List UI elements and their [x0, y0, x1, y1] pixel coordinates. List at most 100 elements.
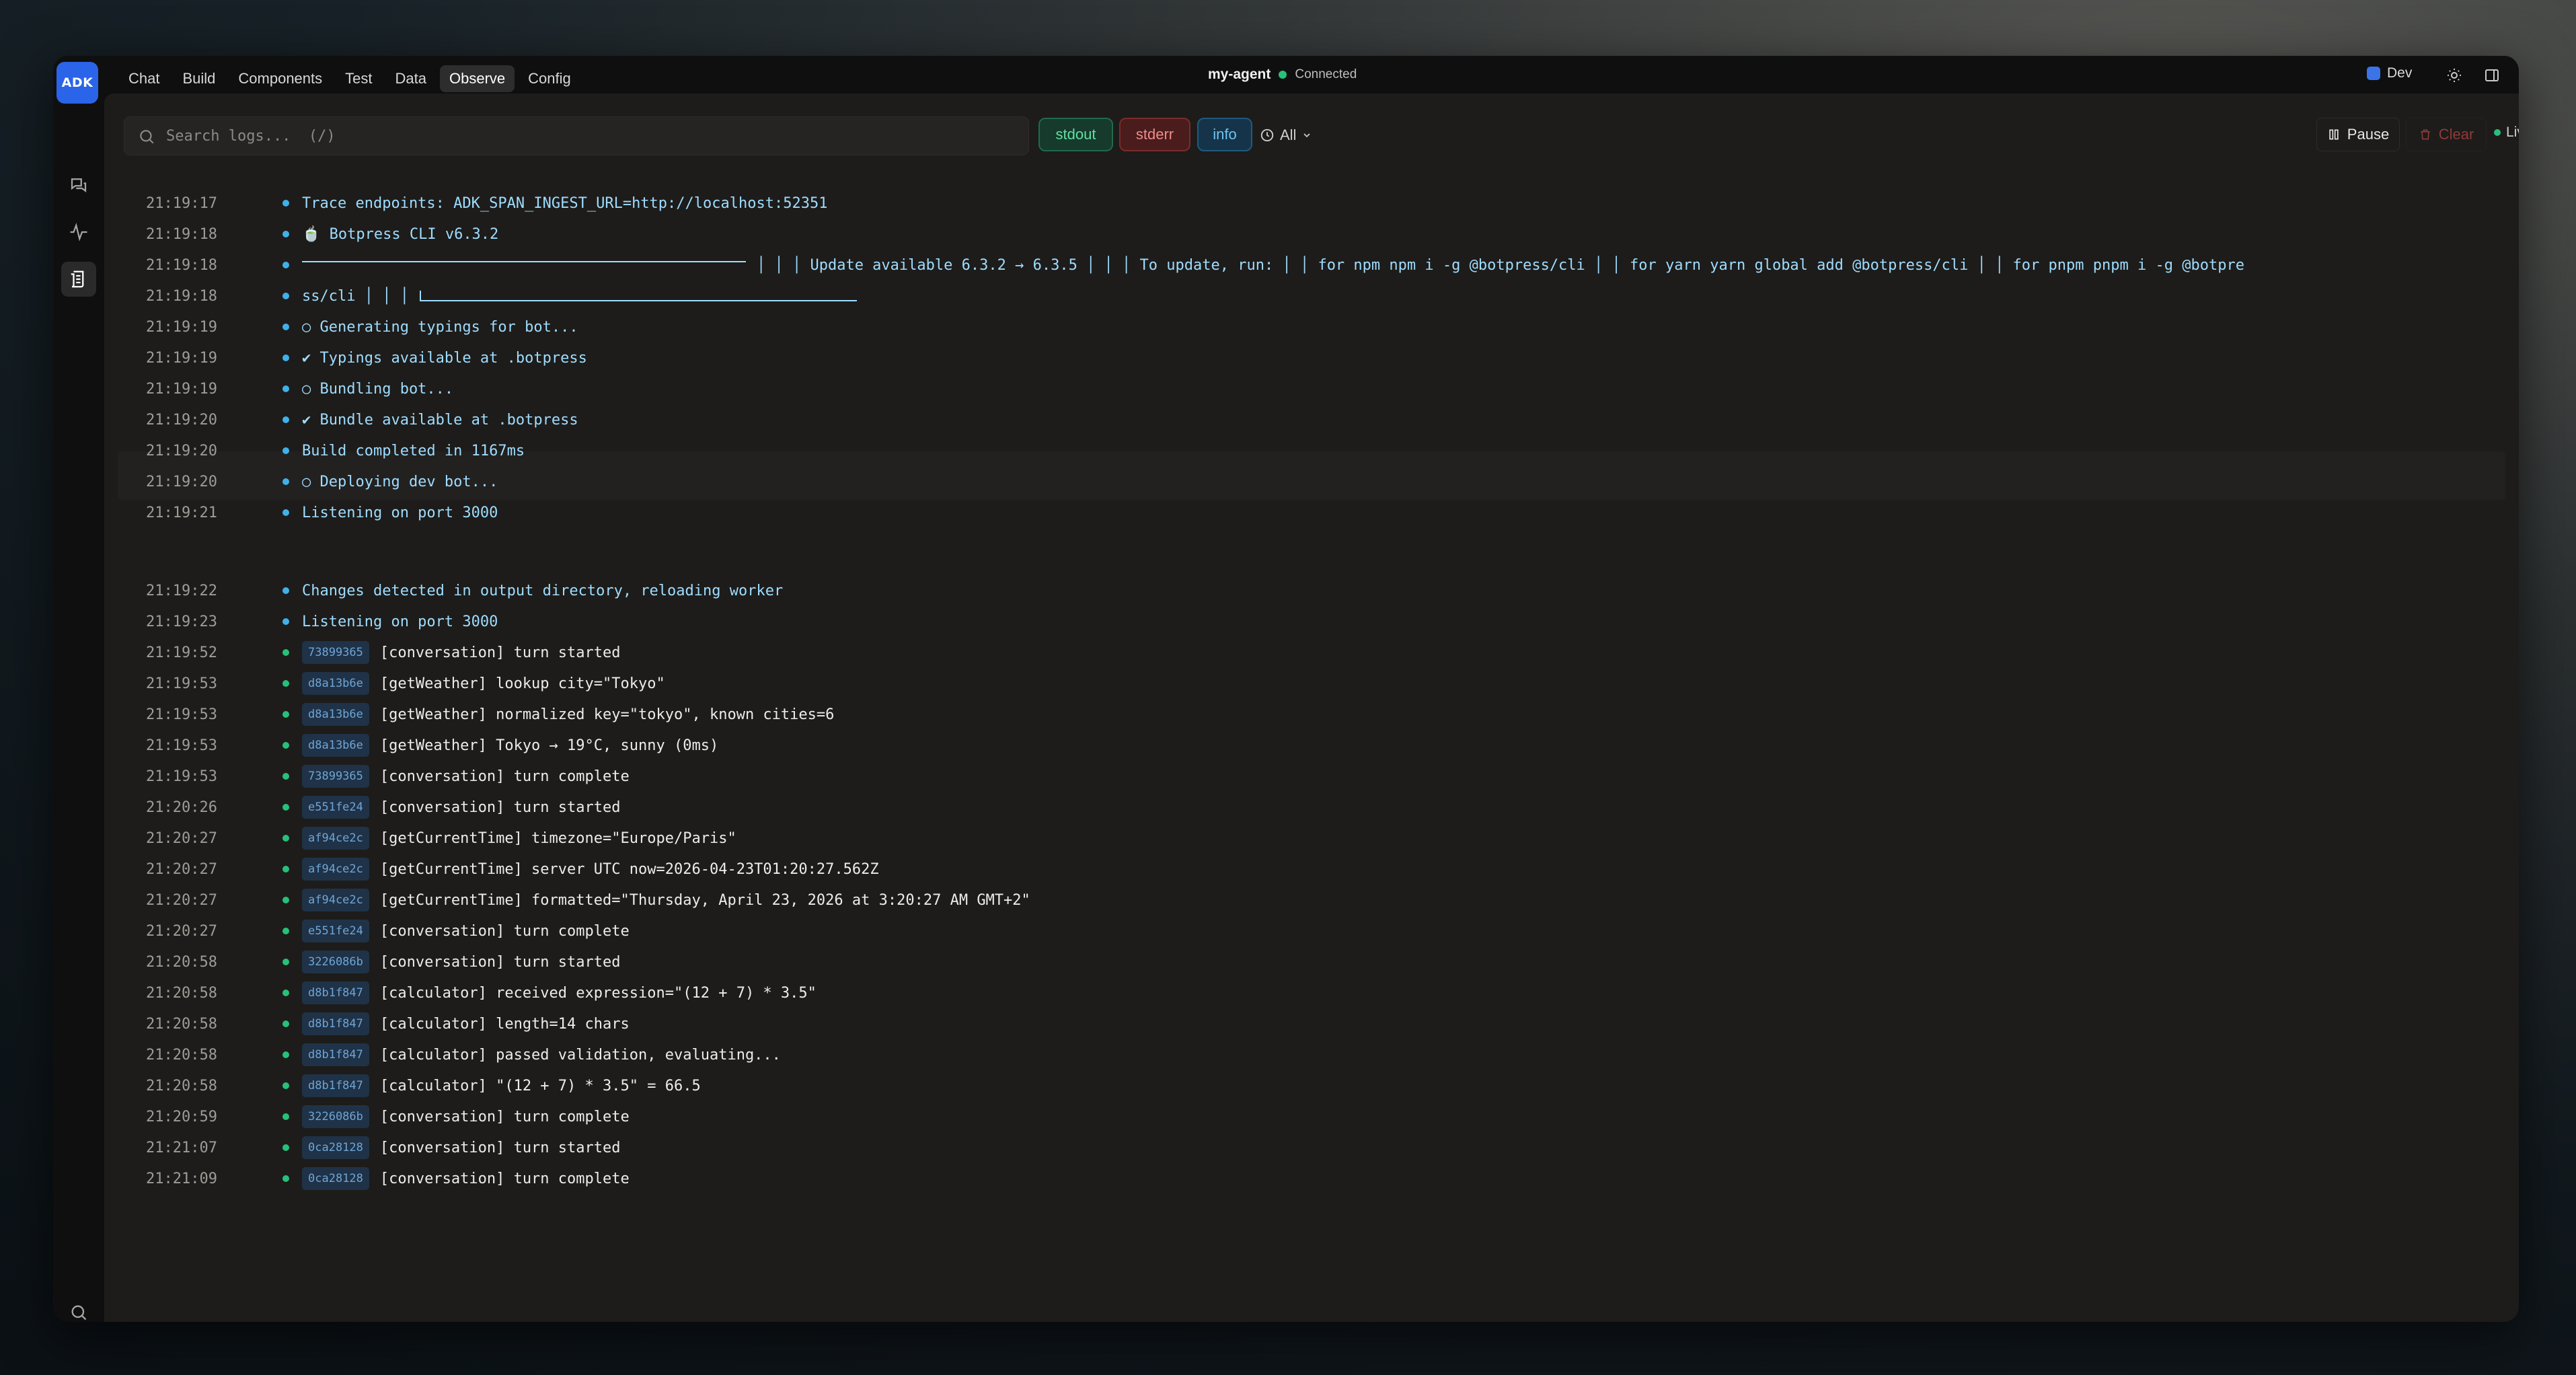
log-row[interactable]: 21:20:27 af94ce2c [getCurrentTime] server …: [104, 854, 2519, 885]
nav-test[interactable]: Test: [336, 65, 381, 92]
log-row[interactable]: 21:20:59 3226086b [conversation] turn comp…: [104, 1101, 2519, 1132]
filter-stderr[interactable]: stderr: [1119, 118, 1190, 151]
log-message: [calculator] length=14 chars: [379, 1015, 630, 1033]
trace-id-badge[interactable]: e551fe24: [302, 796, 369, 819]
log-row[interactable]: 21:19:19 ○ Generating typings for bot...: [104, 311, 2519, 342]
environment-label: Dev: [2387, 65, 2413, 81]
log-row[interactable]: 21:19:53 73899365 [conversation] turn comp…: [104, 761, 2519, 792]
log-body: Build completed in 1167ms: [302, 443, 525, 459]
info-dot-icon: [282, 200, 289, 207]
log-row[interactable]: 21:20:58 d8b1f847 [calculator] received ex…: [104, 977, 2519, 1008]
log-row[interactable]: 21:19:53 d8a13b6e [getWeather] normalized …: [104, 699, 2519, 730]
trace-id-badge[interactable]: 0ca28128: [302, 1136, 369, 1159]
trace-id-badge[interactable]: d8b1f847: [302, 1074, 369, 1097]
environment-selector[interactable]: Dev: [2367, 65, 2412, 81]
trace-id-badge[interactable]: d8b1f847: [302, 981, 369, 1004]
log-timestamp: 21:20:58: [146, 1015, 217, 1033]
log-timestamp: 21:20:27: [146, 860, 217, 878]
logs-icon[interactable]: [61, 262, 96, 297]
log-timestamp: 21:19:22: [146, 582, 217, 599]
log-row[interactable]: 21:20:58 d8b1f847 [calculator] "(12 + 7) *…: [104, 1070, 2519, 1101]
log-row[interactable]: 21:19:18 │ │ │ Update available 6.3.2 → 6…: [104, 250, 2519, 281]
info-dot-icon: [282, 262, 289, 268]
filter-stdout[interactable]: stdout: [1038, 118, 1113, 151]
log-row[interactable]: 21:20:27 e551fe24 [conversation] turn comp…: [104, 916, 2519, 946]
log-row[interactable]: 21:19:19 ○ Bundling bot...: [104, 373, 2519, 404]
log-row[interactable]: 21:19:17 Trace endpoints: ADK_SPAN_INGEST…: [104, 188, 2519, 219]
log-row[interactable]: 21:19:22 Changes detected in output direc…: [104, 575, 2519, 606]
stdout-dot-icon: [282, 897, 289, 903]
activity-icon[interactable]: [61, 215, 96, 250]
stdout-dot-icon: [282, 773, 289, 780]
log-row[interactable]: 21:19:53 d8a13b6e [getWeather] Tokyo → 19°…: [104, 730, 2519, 761]
log-message: Changes detected in output directory, re…: [302, 582, 784, 599]
info-dot-icon: [282, 324, 289, 330]
log-row[interactable]: 21:20:27 af94ce2c [getCurrentTime] timezon…: [104, 823, 2519, 854]
trace-id-badge[interactable]: d8b1f847: [302, 1012, 369, 1035]
log-row[interactable]: 21:20:58 3226086b [conversation] turn star…: [104, 946, 2519, 977]
log-row[interactable]: 21:19:20 ✔ Bundle available at .botpress: [104, 404, 2519, 435]
log-search[interactable]: [124, 116, 1029, 155]
trace-id-badge[interactable]: 73899365: [302, 765, 369, 788]
nav-components[interactable]: Components: [229, 65, 332, 92]
search-icon[interactable]: [61, 1295, 96, 1322]
trace-id-badge[interactable]: 73899365: [302, 641, 369, 664]
chat-bubbles-icon[interactable]: [61, 168, 96, 202]
log-timestamp: 21:19:19: [146, 380, 217, 398]
log-message: ss/cli │ │ │: [302, 287, 409, 305]
pause-button[interactable]: Pause: [2316, 118, 2400, 151]
stdout-dot-icon: [282, 680, 289, 687]
log-row[interactable]: 21:19:18 ss/cli │ │ │: [104, 281, 2519, 311]
nav-build[interactable]: Build: [173, 65, 225, 92]
trace-id-badge[interactable]: af94ce2c: [302, 889, 369, 912]
trace-id-badge[interactable]: 3226086b: [302, 951, 369, 973]
log-row[interactable]: 21:21:09 0ca28128 [conversation] turn comp…: [104, 1163, 2519, 1194]
nav-chat[interactable]: Chat: [119, 65, 169, 92]
log-row[interactable]: 21:19:20 ○ Deploying dev bot...: [104, 466, 2519, 497]
log-row[interactable]: 21:19:53 d8a13b6e [getWeather] lookup city…: [104, 668, 2519, 699]
log-timestamp: 21:20:26: [146, 798, 217, 816]
log-row[interactable]: 21:19:52 73899365 [conversation] turn star…: [104, 637, 2519, 668]
trace-id-badge[interactable]: d8b1f847: [302, 1043, 369, 1066]
log-timestamp: 21:20:27: [146, 922, 217, 940]
filter-info[interactable]: info: [1197, 118, 1252, 151]
nav-data[interactable]: Data: [386, 65, 436, 92]
log-row[interactable]: 21:19:20 Build completed in 1167ms: [104, 435, 2519, 466]
trace-id-badge[interactable]: d8a13b6e: [302, 672, 369, 695]
log-body: 3226086b [conversation] turn started: [302, 951, 621, 973]
log-row[interactable]: 21:20:27 af94ce2c [getCurrentTime] formatt…: [104, 885, 2519, 916]
log-row[interactable]: 21:20:58 d8b1f847 [calculator] passed vali…: [104, 1039, 2519, 1070]
agent-status: my-agent Connected: [1208, 67, 1357, 83]
trace-id-badge[interactable]: af94ce2c: [302, 827, 369, 850]
trace-id-badge[interactable]: d8a13b6e: [302, 703, 369, 726]
level-value: All: [1280, 126, 1297, 143]
clear-button[interactable]: Clear: [2406, 118, 2487, 151]
search-input[interactable]: [166, 117, 1014, 155]
log-row[interactable]: 21:20:58 d8b1f847 [calculator] length=14 c…: [104, 1008, 2519, 1039]
sidebar-toggle-icon[interactable]: [2482, 65, 2502, 85]
log-row[interactable]: 21:19:23 Listening on port 3000: [104, 606, 2519, 637]
log-message: [conversation] turn started: [379, 644, 621, 661]
nav-config[interactable]: Config: [519, 65, 580, 92]
level-select[interactable]: All: [1260, 122, 1312, 149]
trace-id-badge[interactable]: af94ce2c: [302, 858, 369, 881]
log-row[interactable]: 21:21:07 0ca28128 [conversation] turn star…: [104, 1132, 2519, 1163]
log-row[interactable]: 21:19:21 Listening on port 3000: [104, 497, 2519, 528]
log-row[interactable]: 21:20:26 e551fe24 [conversation] turn star…: [104, 792, 2519, 823]
trace-id-badge[interactable]: 3226086b: [302, 1105, 369, 1128]
trace-id-badge[interactable]: 0ca28128: [302, 1167, 369, 1190]
sun-icon[interactable]: [2444, 65, 2464, 85]
log-message: [calculator] passed validation, evaluati…: [379, 1046, 781, 1064]
stdout-dot-icon: [282, 742, 289, 749]
log-body: 0ca28128 [conversation] turn started: [302, 1136, 621, 1159]
log-row[interactable]: 21:19:19 ✔ Typings available at .botpress: [104, 342, 2519, 373]
box-border-bottom: [419, 291, 857, 301]
log-row[interactable]: 21:19:18 🍵 Botpress CLI v6.3.2: [104, 219, 2519, 250]
nav-observe[interactable]: Observe: [440, 65, 515, 92]
trace-id-badge[interactable]: d8a13b6e: [302, 734, 369, 757]
log-body: d8a13b6e [getWeather] normalized key="tok…: [302, 703, 834, 726]
log-timestamp: 21:21:09: [146, 1170, 217, 1187]
app-logo[interactable]: ADK: [56, 62, 98, 104]
trace-id-badge[interactable]: e551fe24: [302, 920, 369, 942]
log-body: d8a13b6e [getWeather] Tokyo → 19°C, sunny…: [302, 734, 718, 757]
